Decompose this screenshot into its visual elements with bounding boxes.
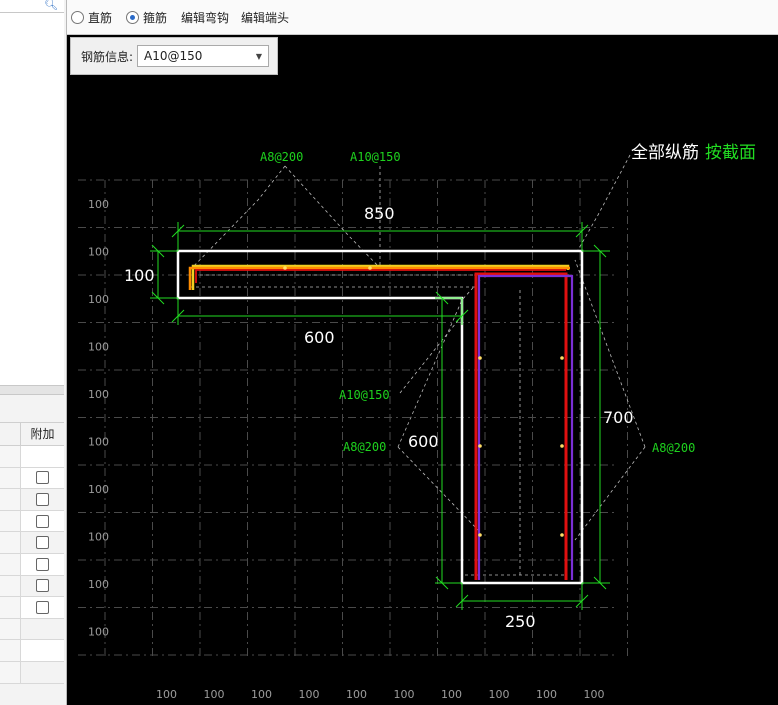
annotation-a8-right: A8@200	[652, 441, 695, 455]
dimension-lines	[150, 222, 610, 610]
grid-label-left: 100	[88, 198, 109, 211]
grid-label-bottom: 100	[394, 688, 415, 701]
grid-label-bottom: 100	[346, 688, 367, 701]
section-drawing: 100 100 100 100 100 100 100 100 100 100 100 100 100 1…	[78, 143, 756, 701]
grid-label-bottom: 100	[251, 688, 272, 701]
annotation-a8-top: A8@200	[260, 150, 303, 164]
grid-label-left: 100	[88, 531, 109, 544]
chevron-down-icon[interactable]: ▼	[256, 52, 262, 61]
dim-850: 850	[364, 204, 395, 223]
grid-label-bottom: 100	[441, 688, 462, 701]
grid-label-bottom: 100	[584, 688, 605, 701]
dim-600-left: 600	[408, 432, 439, 451]
grid-label-left: 100	[88, 436, 109, 449]
annotation-a10-top: A10@150	[350, 150, 401, 164]
rebar-info-panel: 钢筋信息: A10@150 ▼	[70, 37, 278, 75]
grid-label-bottom: 100	[204, 688, 225, 701]
rebar-info-value: A10@150	[144, 49, 203, 63]
grid-label-left: 100	[88, 388, 109, 401]
grid-label-left: 100	[88, 626, 109, 639]
grid-label-bottom: 100	[536, 688, 557, 701]
rebar-points	[283, 266, 564, 537]
annotation-a8-mid: A8@200	[343, 440, 386, 454]
stirrup-red	[474, 272, 568, 580]
grid-label-bottom: 100	[489, 688, 510, 701]
grid-label-left: 100	[88, 293, 109, 306]
stirrup-purple	[477, 274, 574, 580]
dim-100: 100	[124, 266, 155, 285]
grid-label-left: 100	[88, 578, 109, 591]
grid-label-left: 100	[88, 341, 109, 354]
dim-250: 250	[505, 612, 536, 631]
top-note-green: 按截面	[705, 143, 756, 163]
rebar-info-select[interactable]: A10@150 ▼	[137, 45, 270, 67]
rebar-info-label: 钢筋信息:	[81, 49, 134, 64]
annotation-a10-mid: A10@150	[339, 388, 390, 402]
grid-label-bottom: 100	[156, 688, 177, 701]
top-note-white: 全部纵筋	[631, 143, 699, 163]
grid-label-bottom: 100	[299, 688, 320, 701]
grid-label-left: 100	[88, 483, 109, 496]
dim-700: 700	[603, 408, 634, 427]
grid-label-left: 100	[88, 246, 109, 259]
top-note: 全部纵筋 按截面	[631, 143, 756, 163]
dim-600-bottom: 600	[304, 328, 335, 347]
